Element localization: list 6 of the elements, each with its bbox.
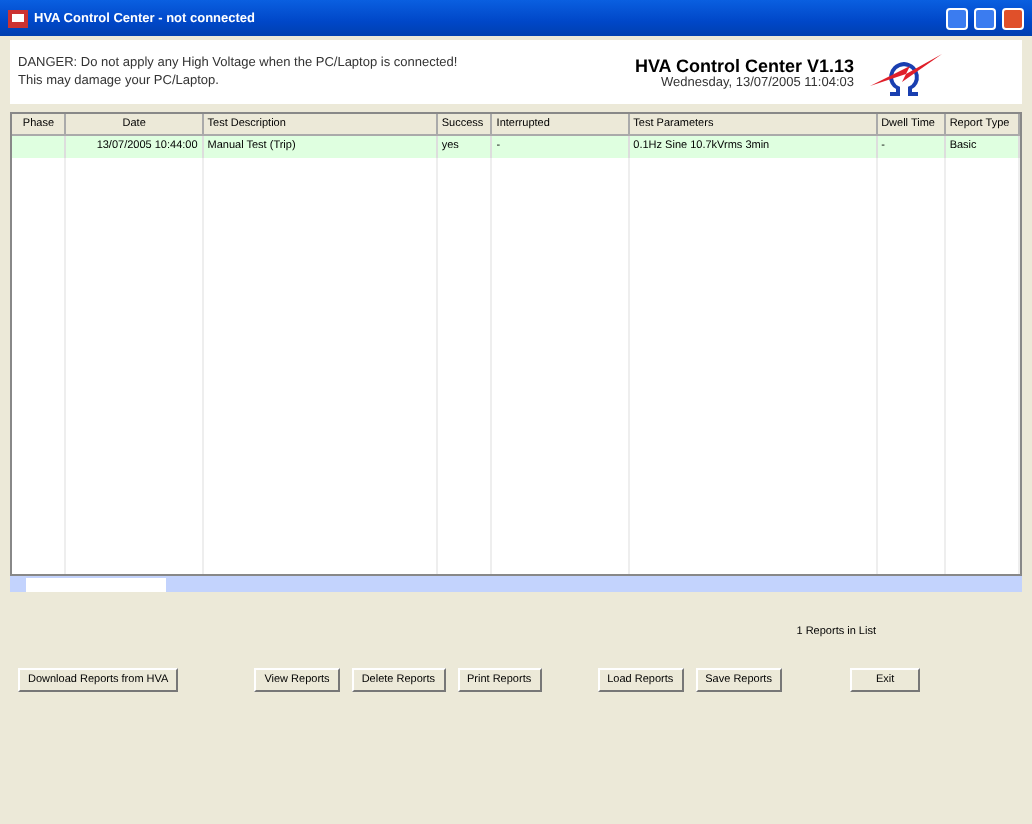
minimize-button[interactable]: [946, 7, 968, 29]
close-button[interactable]: [1002, 7, 1024, 29]
horizontal-scrollbar[interactable]: [10, 576, 1022, 592]
app-name: HVA Control Center V1.13: [634, 55, 854, 75]
maximize-button[interactable]: [974, 7, 996, 29]
app-icon: [8, 9, 28, 27]
